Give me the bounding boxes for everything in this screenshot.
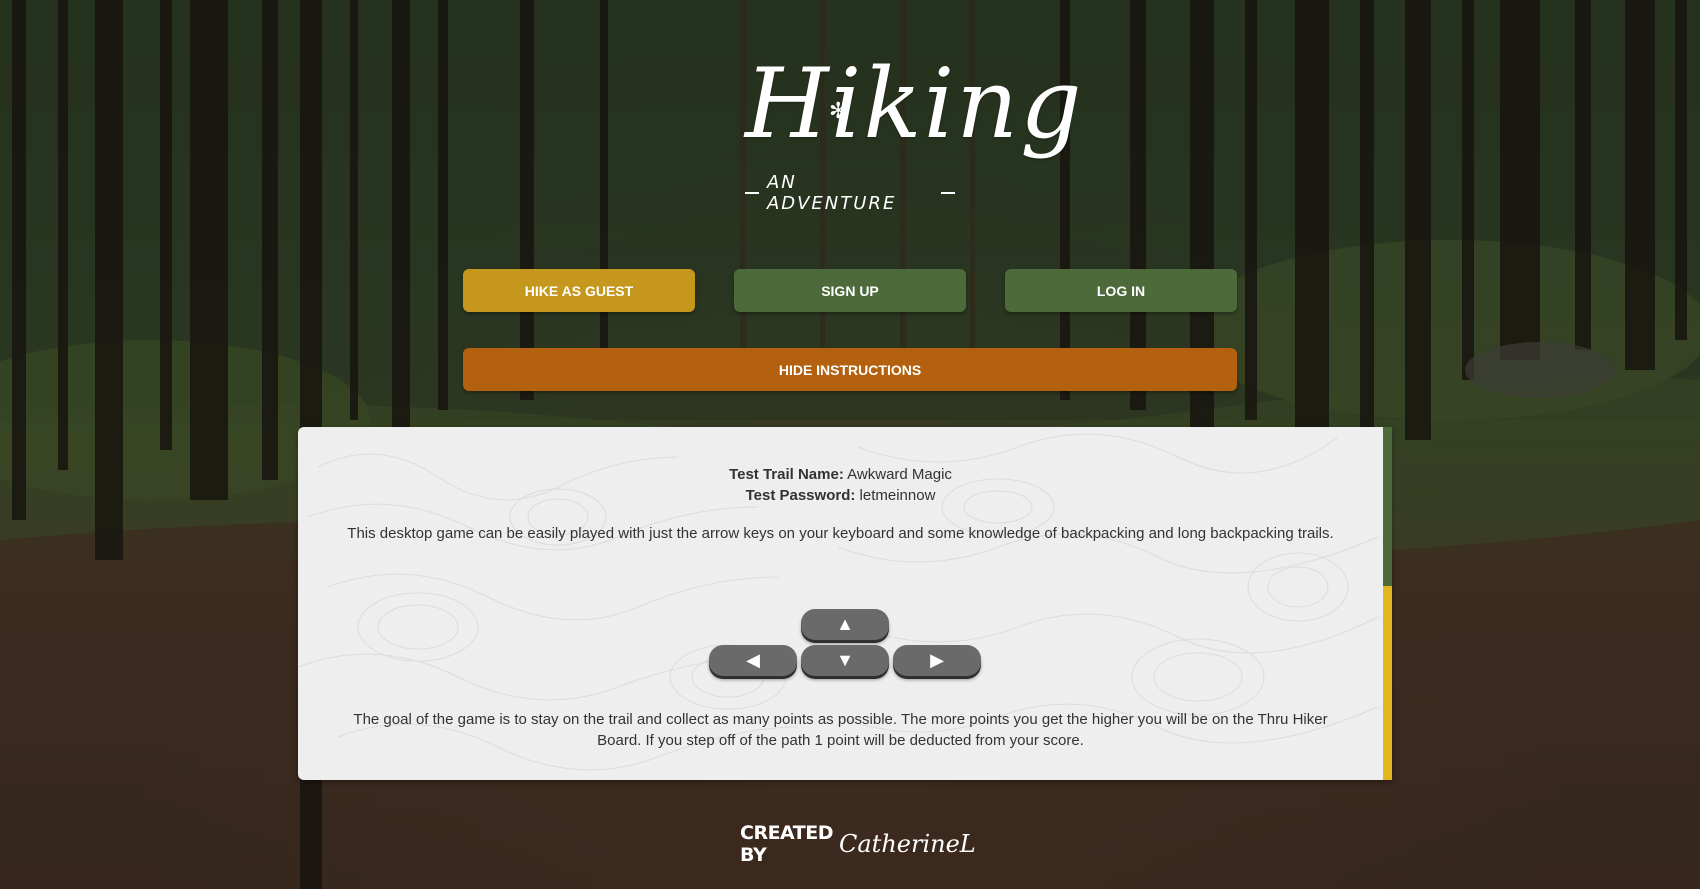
logo-subtitle-row: AN ADVENTURE xyxy=(745,172,955,214)
logo-title: Hiking xyxy=(745,48,1084,160)
created-by-label: CREATED BY xyxy=(740,822,834,866)
password-label: Test Password: xyxy=(745,487,856,504)
test-credentials: Test Trail Name: Awkward Magic Test Pass… xyxy=(298,464,1383,506)
log-in-button[interactable]: LOG IN xyxy=(1005,269,1237,312)
hike-as-guest-button[interactable]: HIKE AS GUEST xyxy=(463,269,695,312)
password-row: Test Password: letmeinnow xyxy=(298,485,1383,506)
arrow-down-icon: ▼ xyxy=(836,650,854,670)
arrow-left-key[interactable]: ◀ xyxy=(709,645,797,676)
instructions-paragraph-goal: The goal of the game is to stay on the t… xyxy=(353,711,1328,749)
hide-instructions-button[interactable]: HIDE INSTRUCTIONS xyxy=(463,348,1237,391)
arrow-left-icon: ◀ xyxy=(746,650,760,670)
logo-subtitle: AN ADVENTURE xyxy=(766,172,897,214)
arrow-right-icon: ▶ xyxy=(930,650,944,670)
arrow-up-icon: ▲ xyxy=(836,614,854,634)
footer-credit: CREATED BY CatherineL xyxy=(740,822,976,866)
hiking-logo: Hiking ✻ AN ADVENTURE xyxy=(715,42,1082,232)
instructions-paragraph-intro: This desktop game can be easily played w… xyxy=(347,525,1334,542)
trail-name-row: Test Trail Name: Awkward Magic xyxy=(298,464,1383,485)
subtitle-dash-right xyxy=(941,192,955,194)
panel-accent-bar-top xyxy=(1383,427,1392,586)
panel-accent-bar-bottom xyxy=(1383,586,1392,780)
password-value: letmeinnow xyxy=(859,487,936,504)
landing-page: Hiking ✻ AN ADVENTURE HIKE AS GUEST SIGN… xyxy=(0,0,1700,889)
arrow-right-key[interactable]: ▶ xyxy=(893,645,981,676)
trail-name-label: Test Trail Name: xyxy=(729,466,844,483)
author-signature: CatherineL xyxy=(839,830,976,858)
arrow-up-key[interactable]: ▲ xyxy=(801,609,889,640)
instructions-panel: Test Trail Name: Awkward Magic Test Pass… xyxy=(298,427,1392,780)
flower-icon: ✻ xyxy=(829,98,848,123)
sign-up-button[interactable]: SIGN UP xyxy=(734,269,966,312)
arrow-down-key[interactable]: ▼ xyxy=(801,645,889,676)
trail-name-value: Awkward Magic xyxy=(847,466,952,483)
subtitle-dash-left xyxy=(745,192,759,194)
